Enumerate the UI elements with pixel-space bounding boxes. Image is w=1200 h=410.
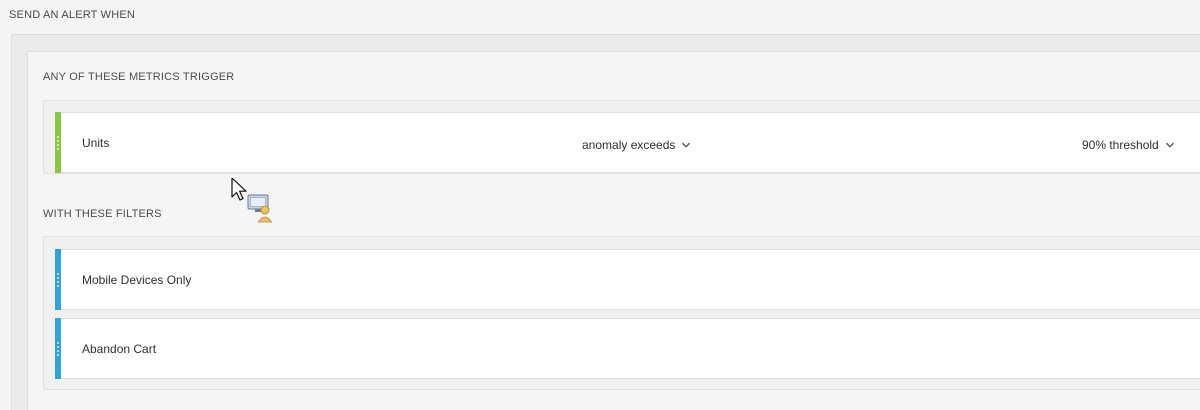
chevron-down-icon — [682, 142, 691, 148]
threshold-dropdown[interactable]: 90% threshold — [1082, 138, 1175, 152]
metrics-group-label: ANY OF THESE METRICS TRIGGER — [43, 71, 235, 83]
filter-row-abandon-cart[interactable]: Abandon Cart — [55, 318, 1200, 379]
filter-row-mobile-devices-only[interactable]: Mobile Devices Only — [55, 249, 1200, 310]
threshold-dropdown-label: 90% threshold — [1082, 138, 1159, 152]
send-alert-title: SEND AN ALERT WHEN — [9, 9, 136, 21]
screen-share-icon — [247, 194, 273, 223]
mouse-pointer-icon — [231, 178, 273, 223]
metric-name: Units — [82, 136, 110, 150]
alert-builder-page: SEND AN ALERT WHEN ANY OF THESE METRICS … — [0, 0, 1200, 410]
drag-handle-icon[interactable] — [55, 112, 61, 173]
drag-handle-icon[interactable] — [55, 249, 61, 310]
filters-group-label: WITH THESE FILTERS — [43, 208, 162, 220]
condition-dropdown[interactable]: anomaly exceeds — [582, 138, 691, 152]
metric-row-units[interactable]: Units anomaly exceeds 90% threshold — [55, 112, 1200, 173]
drag-handle-icon[interactable] — [55, 318, 61, 379]
filter-name: Abandon Cart — [82, 342, 157, 356]
condition-dropdown-label: anomaly exceeds — [582, 138, 676, 152]
chevron-down-icon — [1165, 142, 1174, 148]
filter-name: Mobile Devices Only — [82, 273, 192, 287]
